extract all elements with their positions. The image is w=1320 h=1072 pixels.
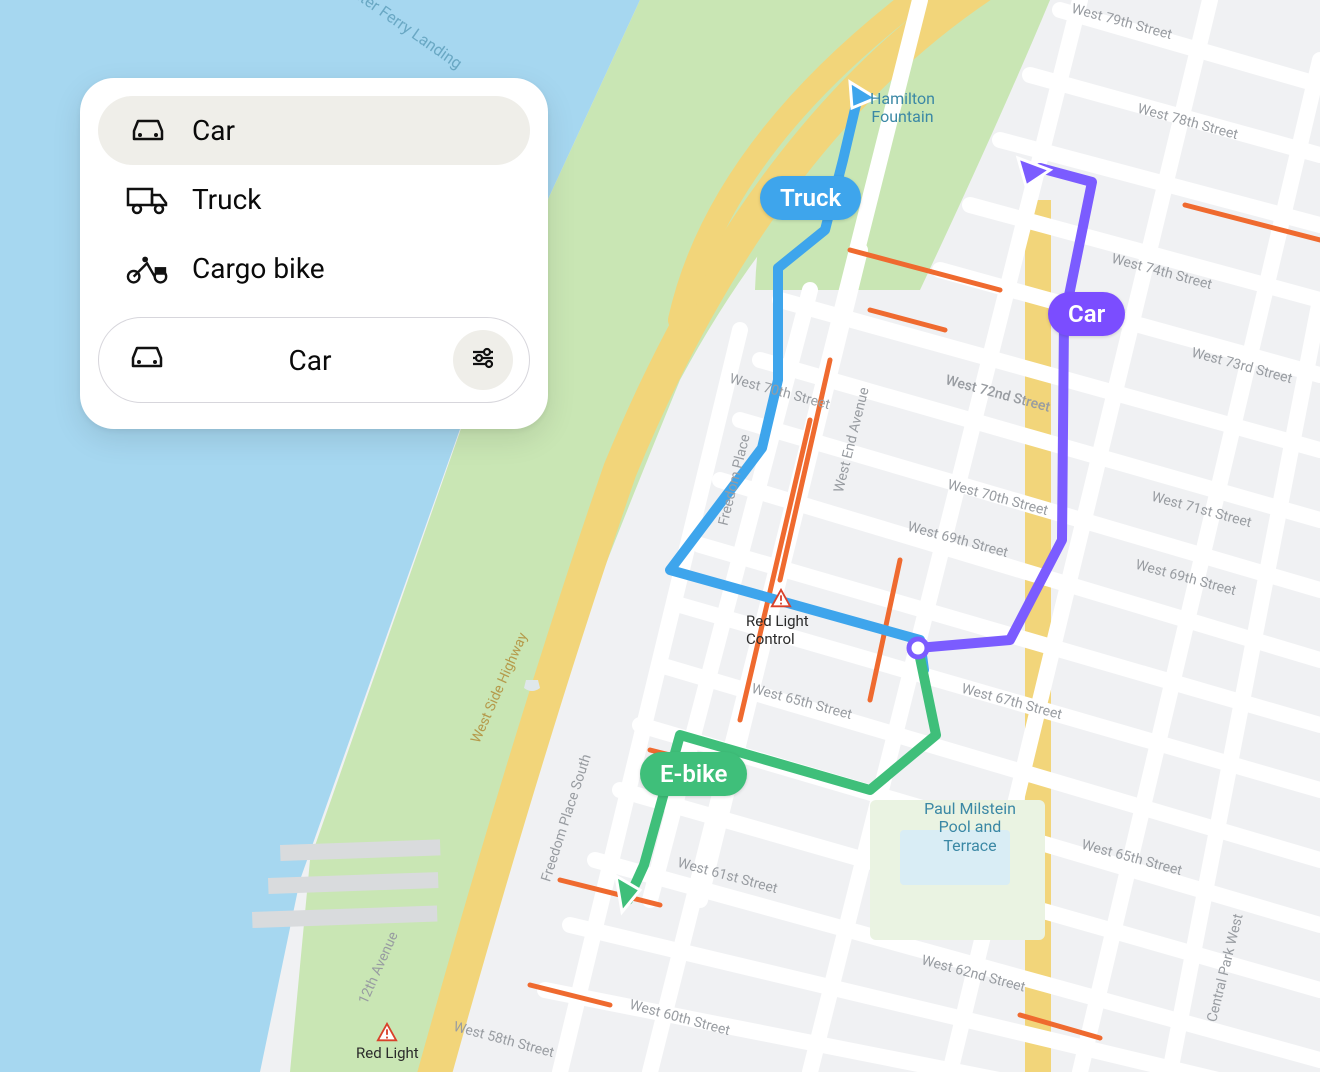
vehicle-selector-card: Car Truck Cargo bike Car xyxy=(80,78,548,429)
map-stage: Truck Car E-bike HamiltonFountain Paul M… xyxy=(0,0,1320,1072)
truck-icon xyxy=(126,185,170,215)
poi-red-light: Red Light xyxy=(356,1044,419,1062)
vehicle-option-cargo-bike[interactable]: Cargo bike xyxy=(98,234,530,303)
vehicle-option-car[interactable]: Car xyxy=(98,96,530,165)
poi-red-light-control: Red LightControl xyxy=(746,612,809,648)
car-icon xyxy=(126,116,170,146)
vehicle-current-row[interactable]: Car xyxy=(98,317,530,403)
vehicle-option-label: Cargo bike xyxy=(192,252,325,285)
hazard-icon xyxy=(770,588,792,610)
vehicle-option-label: Truck xyxy=(192,183,261,216)
vehicle-option-truck[interactable]: Truck xyxy=(98,165,530,234)
cargo-bike-icon xyxy=(126,254,170,284)
hazard-icon xyxy=(376,1022,398,1044)
settings-button[interactable] xyxy=(453,330,513,390)
route-label-ebike: E-bike xyxy=(640,752,747,796)
route-label-car: Car xyxy=(1048,292,1125,336)
car-icon xyxy=(127,344,167,376)
poi-milstein: Paul MilsteinPool andTerrace xyxy=(910,800,1030,855)
vehicle-current-label: Car xyxy=(167,344,453,377)
poi-hamilton-fountain: HamiltonFountain xyxy=(870,90,935,127)
sliders-icon xyxy=(469,344,497,376)
vehicle-option-label: Car xyxy=(192,114,235,147)
route-label-truck: Truck xyxy=(760,176,861,220)
